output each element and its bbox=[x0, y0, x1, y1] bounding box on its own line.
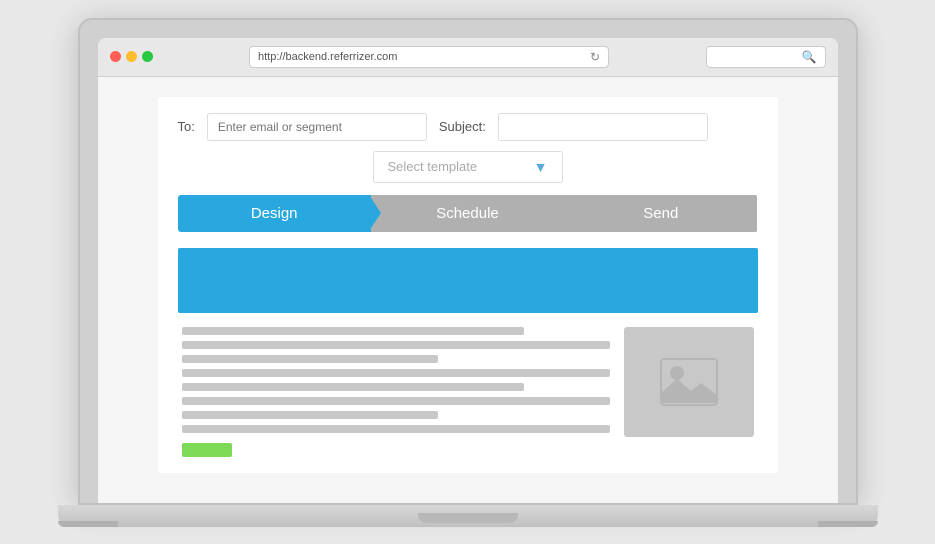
step-schedule[interactable]: Schedule bbox=[371, 195, 564, 232]
laptop-notch bbox=[418, 513, 518, 523]
step-design[interactable]: Design bbox=[178, 195, 371, 232]
template-select-row: Select template ▼ bbox=[178, 151, 758, 183]
search-bar[interactable]: 🔍 bbox=[706, 46, 826, 68]
step-send[interactable]: Send bbox=[564, 195, 757, 232]
laptop-foot-right bbox=[818, 521, 878, 527]
email-header-banner bbox=[178, 248, 758, 313]
url-text: http://backend.referrizer.com bbox=[258, 51, 397, 63]
traffic-lights bbox=[110, 51, 153, 62]
text-line-4 bbox=[182, 369, 610, 377]
text-line-7 bbox=[182, 411, 439, 419]
laptop-container: http://backend.referrizer.com ↻ 🔍 To: bbox=[78, 18, 858, 527]
text-line-5 bbox=[182, 383, 524, 391]
image-icon bbox=[659, 357, 719, 407]
text-line-3 bbox=[182, 355, 439, 363]
minimize-button[interactable] bbox=[126, 51, 137, 62]
close-button[interactable] bbox=[110, 51, 121, 62]
to-input[interactable] bbox=[207, 113, 427, 141]
step-design-label: Design bbox=[251, 205, 298, 222]
green-cta-button[interactable] bbox=[182, 443, 232, 457]
laptop-foot-left bbox=[58, 521, 118, 527]
text-line-1 bbox=[182, 327, 524, 335]
laptop-base bbox=[58, 505, 878, 527]
to-label: To: bbox=[178, 119, 195, 134]
chevron-down-icon: ▼ bbox=[534, 159, 548, 175]
email-form: To: Subject: Select template ▼ bbox=[158, 97, 778, 473]
browser-chrome: http://backend.referrizer.com ↻ 🔍 To: bbox=[98, 38, 838, 503]
template-select-dropdown[interactable]: Select template ▼ bbox=[373, 151, 563, 183]
browser-content: To: Subject: Select template ▼ bbox=[98, 77, 838, 503]
search-icon: 🔍 bbox=[802, 50, 817, 64]
address-bar[interactable]: http://backend.referrizer.com ↻ bbox=[249, 46, 609, 68]
to-subject-row: To: Subject: bbox=[178, 113, 758, 141]
step-send-label: Send bbox=[643, 205, 678, 222]
text-line-2 bbox=[182, 341, 610, 349]
refresh-icon[interactable]: ↻ bbox=[590, 50, 600, 64]
email-body bbox=[178, 327, 758, 457]
subject-label: Subject: bbox=[439, 119, 486, 134]
browser-toolbar: http://backend.referrizer.com ↻ 🔍 bbox=[98, 38, 838, 77]
text-line-6 bbox=[182, 397, 610, 405]
email-image-placeholder bbox=[624, 327, 754, 437]
text-line-8 bbox=[182, 425, 610, 433]
template-select-label: Select template bbox=[388, 159, 478, 174]
step-schedule-label: Schedule bbox=[436, 205, 499, 222]
email-preview bbox=[178, 248, 758, 457]
email-text-area bbox=[182, 327, 610, 457]
laptop-screen: http://backend.referrizer.com ↻ 🔍 To: bbox=[78, 18, 858, 505]
steps-bar: Design Schedule Send bbox=[178, 195, 758, 232]
subject-input[interactable] bbox=[498, 113, 708, 141]
maximize-button[interactable] bbox=[142, 51, 153, 62]
